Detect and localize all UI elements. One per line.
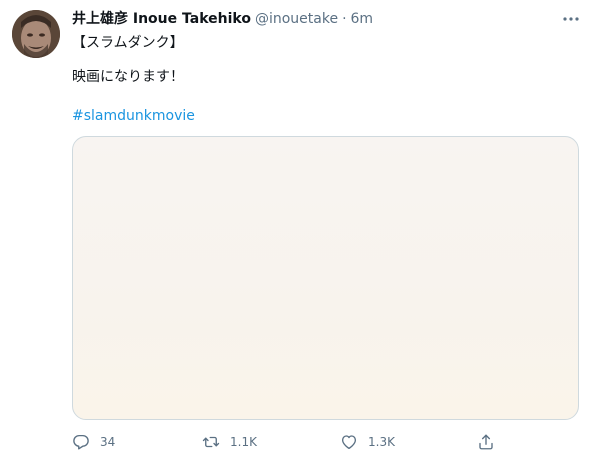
share-button[interactable] — [477, 430, 495, 454]
timestamp[interactable]: 6m — [351, 10, 374, 28]
action-bar: 34 1.1K 1.3K — [72, 430, 502, 454]
tweet-text-line: 【スラムダンク】 — [72, 35, 184, 51]
handle[interactable]: @inouetake — [255, 10, 338, 28]
like-button[interactable]: 1.3K — [340, 430, 395, 454]
retweet-button[interactable]: 1.1K — [202, 430, 257, 454]
retweet-count: 1.1K — [230, 435, 257, 449]
tweet[interactable]: 井上雄彦 Inoue Takehiko @inouetake · 6m 【スラム… — [0, 0, 599, 460]
reply-bubble-icon — [73, 434, 89, 450]
display-name[interactable]: 井上雄彦 Inoue Takehiko — [72, 10, 251, 28]
separator-dot: · — [342, 11, 347, 27]
retweet-arrows-icon — [202, 436, 220, 448]
more-dots-icon[interactable] — [562, 11, 580, 27]
tweet-header: 井上雄彦 Inoue Takehiko @inouetake · 6m — [72, 10, 373, 28]
share-upload-icon — [479, 434, 493, 450]
tweet-text-line: 映画になります！ — [72, 69, 184, 85]
avatar[interactable] — [12, 10, 60, 58]
media-image[interactable] — [72, 136, 579, 420]
like-count: 1.3K — [368, 435, 395, 449]
reply-count: 34 — [100, 435, 116, 449]
heart-icon — [341, 435, 357, 450]
reply-button[interactable]: 34 — [72, 430, 115, 454]
hashtag-link[interactable]: #slamdunkmovie — [72, 107, 195, 125]
avatar-photo — [12, 10, 60, 58]
